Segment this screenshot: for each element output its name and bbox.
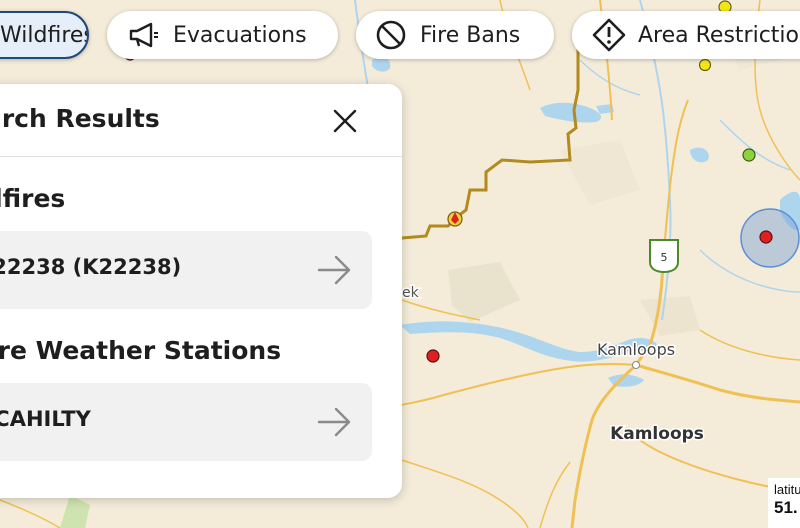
wildfires-filter-button[interactable]: Wildfires bbox=[0, 11, 89, 59]
fire-marker-out-of-control[interactable] bbox=[426, 349, 440, 363]
weather-station-result-label: MCCAHILTY bbox=[0, 407, 91, 431]
warning-octagon-icon bbox=[592, 18, 626, 52]
kamloops-region-label: Kamloops bbox=[610, 424, 704, 444]
search-results-panel: Search Results Wildfires K22238 (K22238)… bbox=[0, 84, 402, 498]
evacuations-filter-label: Evacuations bbox=[173, 22, 307, 48]
highway-number: 5 bbox=[661, 251, 668, 264]
wildfire-result-label: K22238 (K22238) bbox=[0, 255, 182, 279]
highway-5-shield: 5 bbox=[649, 239, 679, 274]
wildfires-filter-label: Wildfires bbox=[0, 22, 89, 48]
megaphone-icon bbox=[127, 18, 161, 52]
evacuations-filter-button[interactable]: Evacuations bbox=[107, 11, 338, 59]
fire-bans-filter-button[interactable]: Fire Bans bbox=[356, 11, 554, 59]
fire-marker-being-held[interactable] bbox=[698, 58, 712, 72]
kamloops-city-label: Kamloops bbox=[597, 340, 675, 359]
kamloops-city-dot bbox=[632, 361, 640, 369]
weather-stations-section-heading: Fire Weather Stations bbox=[0, 336, 282, 365]
area-restrictions-filter-label: Area Restrictions bbox=[638, 22, 800, 48]
fire-bans-filter-label: Fire Bans bbox=[420, 22, 521, 48]
selected-fire-marker[interactable] bbox=[447, 211, 463, 227]
panel-title: Search Results bbox=[0, 104, 160, 133]
arrow-right-icon bbox=[317, 255, 351, 285]
close-icon[interactable] bbox=[330, 106, 360, 136]
wildfires-section-heading: Wildfires bbox=[0, 184, 66, 213]
fire-marker-under-control[interactable] bbox=[742, 148, 756, 162]
fire-marker-out-of-control[interactable] bbox=[759, 230, 773, 244]
partial-place-label: ek bbox=[402, 285, 420, 301]
arrow-right-icon bbox=[317, 407, 351, 437]
panel-divider bbox=[0, 156, 402, 157]
weather-station-result-item[interactable]: MCCAHILTY bbox=[0, 383, 372, 461]
prohibited-icon bbox=[374, 18, 408, 52]
wildfire-result-item[interactable]: K22238 (K22238) bbox=[0, 231, 372, 309]
area-restrictions-filter-button[interactable]: Area Restrictions bbox=[572, 11, 800, 59]
coordinate-readout: latitude 51. bbox=[768, 478, 800, 528]
latitude-value: 51. bbox=[774, 498, 798, 517]
latitude-label: latitude bbox=[774, 482, 800, 497]
